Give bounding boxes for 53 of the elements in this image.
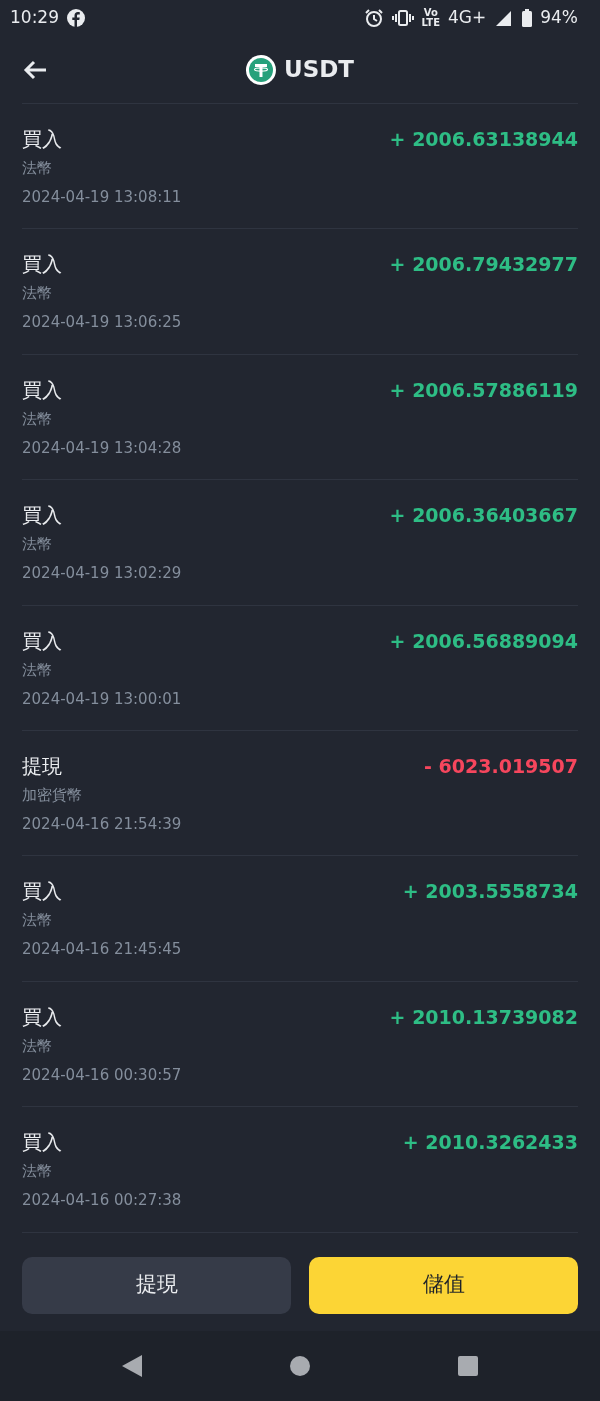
transaction-type: 買入 — [22, 126, 63, 152]
transaction-type: 買入 — [22, 376, 63, 403]
alarm-icon — [363, 8, 384, 28]
tether-logo-icon — [246, 54, 276, 85]
home-icon[interactable] — [289, 1354, 311, 1377]
transaction-method: 法幣 — [22, 910, 53, 931]
transaction-method: 法幣 — [22, 659, 53, 680]
transaction-type: 買入 — [22, 1129, 63, 1156]
transaction-amount: - 6023.019507 — [424, 753, 578, 779]
transaction-amount: + 2006.36403667 — [389, 503, 578, 529]
transaction-amount: + 2006.63138944 — [389, 127, 578, 152]
withdraw-button[interactable]: 提現 — [22, 1256, 291, 1314]
deposit-button[interactable]: 儲值 — [309, 1256, 578, 1314]
transaction-type: 買入 — [22, 502, 63, 529]
transaction-type: 提現 — [22, 752, 63, 779]
battery-icon — [522, 9, 533, 27]
transaction-time: 2024-04-16 21:54:39 — [22, 813, 182, 834]
transaction-amount: + 2006.79432977 — [389, 252, 578, 278]
transaction-time: 2024-04-19 13:02:29 — [22, 563, 182, 584]
transaction-method: 法幣 — [22, 1035, 53, 1056]
transaction-time: 2024-04-19 13:00:01 — [22, 688, 182, 709]
back-icon[interactable] — [22, 58, 48, 81]
transaction-amount: + 2006.57886119 — [389, 377, 578, 403]
page-title: USDT — [284, 55, 354, 85]
vibrate-icon — [391, 9, 414, 27]
transaction-method: 法幣 — [22, 1161, 53, 1182]
transaction-time: 2024-04-16 00:27:38 — [22, 1190, 182, 1211]
transaction-amount: + 2003.5558734 — [402, 879, 578, 905]
transaction-time: 2024-04-19 13:06:25 — [22, 312, 182, 333]
transaction-type: 買入 — [22, 878, 63, 905]
transaction-method: 加密貨幣 — [22, 784, 83, 805]
transaction-time: 2024-04-19 13:08:11 — [22, 187, 182, 207]
status-time: 10:29 — [10, 6, 59, 30]
transaction-time: 2024-04-16 21:45:45 — [22, 939, 182, 960]
transaction-method: 法幣 — [22, 534, 53, 555]
transaction-amount: + 2010.13739082 — [389, 1004, 578, 1030]
volte-label: LTE — [421, 18, 440, 28]
volte-label: Vo — [423, 8, 438, 18]
facebook-icon — [67, 9, 85, 27]
transaction-method: 法幣 — [22, 283, 53, 304]
transaction-type: 買入 — [22, 627, 63, 654]
battery-percent: 94% — [540, 6, 578, 30]
back-icon[interactable] — [121, 1353, 143, 1378]
transaction-method: 法幣 — [22, 408, 53, 429]
network-type: 4G+ — [447, 6, 487, 30]
transaction-type: 買入 — [22, 1003, 63, 1030]
transaction-time: 2024-04-16 00:30:57 — [22, 1064, 182, 1085]
transaction-type: 買入 — [22, 251, 63, 278]
recents-icon[interactable] — [457, 1354, 479, 1377]
transaction-amount: + 2006.56889094 — [389, 628, 578, 654]
transaction-method: 法幣 — [22, 158, 53, 178]
transaction-time: 2024-04-19 13:04:28 — [22, 437, 182, 458]
transaction-amount: + 2010.3262433 — [402, 1130, 578, 1156]
